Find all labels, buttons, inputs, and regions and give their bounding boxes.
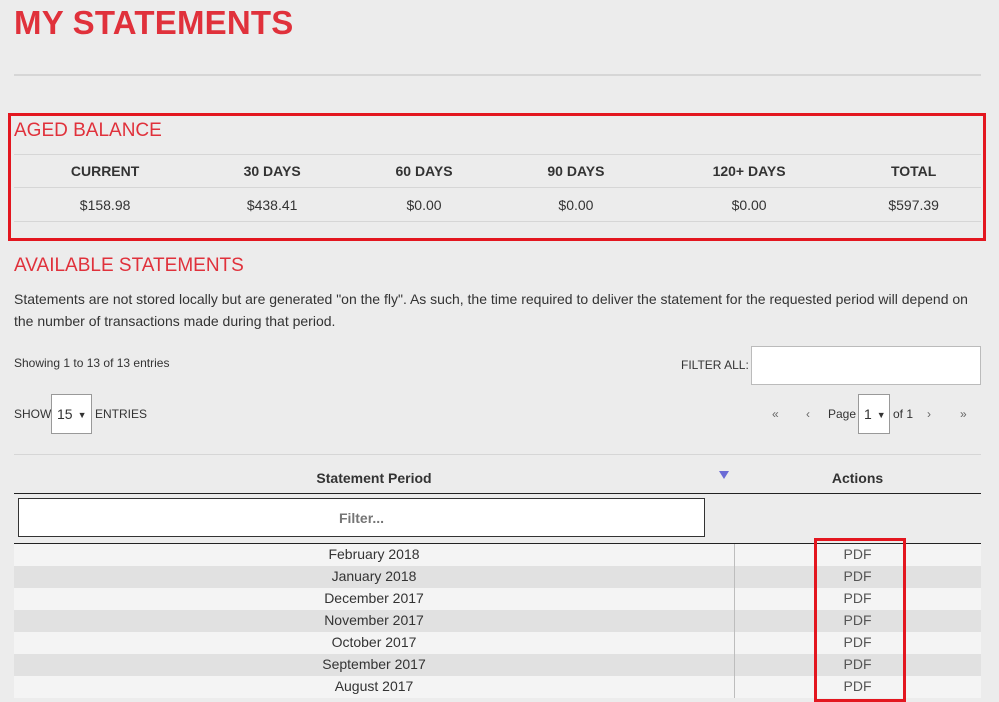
aged-col-current: CURRENT bbox=[14, 154, 197, 188]
aged-col-total: TOTAL bbox=[846, 154, 981, 188]
aged-balance-header-row: CURRENT 30 DAYS 60 DAYS 90 DAYS 120+ DAY… bbox=[14, 154, 981, 188]
next-page-button[interactable]: › bbox=[927, 407, 931, 421]
caret-down-icon: ▼ bbox=[77, 410, 87, 420]
aged-balance-heading: AGED BALANCE bbox=[14, 120, 162, 141]
page-title: MY STATEMENTS bbox=[14, 4, 294, 41]
aged-value-total: $597.39 bbox=[846, 187, 981, 222]
page-size-select[interactable]: 15 ▼ bbox=[51, 394, 92, 434]
statements-filter-row bbox=[14, 493, 981, 544]
aged-balance-values-row: $158.98 $438.41 $0.00 $0.00 $0.00 $597.3… bbox=[14, 187, 981, 222]
last-page-button[interactable]: » bbox=[960, 407, 967, 421]
period-filter-input[interactable] bbox=[18, 498, 705, 537]
title-divider bbox=[14, 74, 981, 76]
pdf-column-highlight bbox=[814, 538, 906, 702]
page-select[interactable]: 1 ▼ bbox=[858, 394, 890, 434]
aged-col-120-days: 120+ DAYS bbox=[651, 154, 847, 188]
entries-label: ENTRIES bbox=[95, 407, 148, 421]
statement-period: November 2017 bbox=[324, 612, 424, 628]
statement-period: December 2017 bbox=[324, 590, 424, 606]
aged-col-90-days: 90 DAYS bbox=[499, 154, 652, 188]
statement-period: February 2018 bbox=[328, 546, 420, 562]
sort-desc-icon[interactable] bbox=[719, 471, 729, 479]
statement-period: January 2018 bbox=[331, 568, 417, 584]
aged-value-120-days: $0.00 bbox=[651, 187, 847, 222]
show-label: SHOW bbox=[14, 407, 52, 421]
aged-value-90-days: $0.00 bbox=[499, 187, 652, 222]
filter-all-label: FILTER ALL: bbox=[681, 358, 749, 372]
filter-all-input[interactable] bbox=[751, 346, 981, 385]
aged-value-60-days: $0.00 bbox=[348, 187, 500, 222]
available-statements-heading: AVAILABLE STATEMENTS bbox=[14, 255, 244, 276]
entries-info: Showing 1 to 13 of 13 entries bbox=[14, 356, 170, 370]
col-actions: Actions bbox=[831, 470, 884, 486]
statement-period: September 2017 bbox=[322, 656, 426, 672]
col-statement-period[interactable]: Statement Period bbox=[14, 470, 734, 486]
aged-value-current: $158.98 bbox=[14, 187, 197, 222]
statement-period: October 2017 bbox=[331, 634, 417, 650]
page-label: Page bbox=[828, 407, 857, 421]
aged-value-30-days: $438.41 bbox=[196, 187, 349, 222]
statements-description: Statements are not stored locally but ar… bbox=[14, 291, 968, 329]
statements-table-header: Statement Period Actions bbox=[14, 454, 981, 494]
caret-down-icon: ▼ bbox=[876, 410, 886, 420]
page-count-label: of 1 bbox=[893, 407, 914, 421]
aged-balance-table: CURRENT 30 DAYS 60 DAYS 90 DAYS 120+ DAY… bbox=[14, 154, 981, 222]
aged-col-60-days: 60 DAYS bbox=[348, 154, 500, 188]
first-page-button[interactable]: « bbox=[772, 407, 779, 421]
statement-period: August 2017 bbox=[334, 678, 414, 694]
prev-page-button[interactable]: ‹ bbox=[806, 407, 810, 421]
aged-col-30-days: 30 DAYS bbox=[196, 154, 349, 188]
page-select-value: 1 bbox=[864, 406, 872, 422]
page-size-value: 15 bbox=[57, 406, 73, 422]
